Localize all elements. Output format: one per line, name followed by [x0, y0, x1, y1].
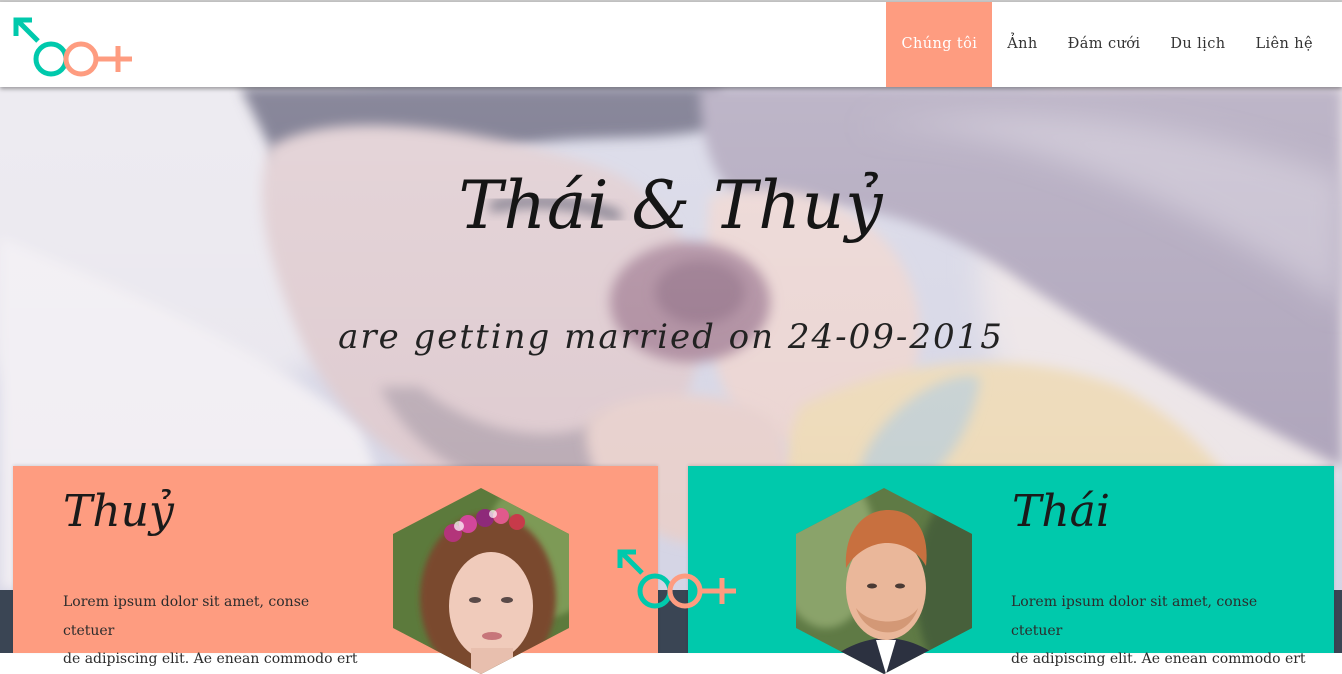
bride-description-line: Lorem ipsum dolor sit amet, conse ctetue…	[63, 594, 310, 639]
nav-item-photos[interactable]: Ảnh	[992, 2, 1052, 87]
site-logo[interactable]	[10, 14, 136, 78]
nav-item-travel[interactable]: Du lịch	[1155, 2, 1240, 87]
center-logo-icon	[617, 549, 736, 609]
hero-subtitle: are getting married on 24-09-2015	[338, 317, 1004, 357]
hero-title: Thái & Thuỷ	[458, 167, 884, 244]
bride-card: Thuỷ Lorem ipsum dolor sit amet, conse c…	[13, 466, 658, 674]
nav-item-contact[interactable]: Liên hệ	[1240, 2, 1328, 87]
groom-description-line: de adipiscing elit. Ae enean commodo ert	[1011, 651, 1306, 667]
groom-description: Lorem ipsum dolor sit amet, conse ctetue…	[1011, 588, 1311, 674]
bride-description-line: de adipiscing elit. Ae enean commodo ert	[63, 651, 358, 667]
site-header: Chúng tôi Ảnh Đám cưới Du lịch Liên hệ	[0, 2, 1342, 87]
nav-item-about-us[interactable]: Chúng tôi	[886, 2, 993, 87]
groom-card: Thái Lorem ipsum dolor sit amet, conse c…	[688, 466, 1334, 674]
groom-description-line: Lorem ipsum dolor sit amet, conse ctetue…	[1011, 594, 1258, 639]
bride-photo	[393, 488, 569, 674]
groom-name: Thái	[1012, 486, 1110, 537]
bride-name: Thuỷ	[63, 486, 174, 537]
nav-item-wedding[interactable]: Đám cưới	[1053, 2, 1156, 87]
groom-photo	[796, 488, 972, 674]
bride-description: Lorem ipsum dolor sit amet, conse ctetue…	[63, 588, 363, 674]
main-nav: Chúng tôi Ảnh Đám cưới Du lịch Liên hệ	[886, 2, 1328, 87]
